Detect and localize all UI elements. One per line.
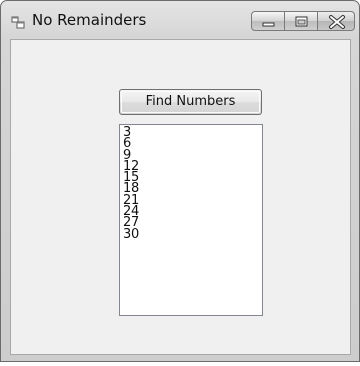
list-item[interactable]: 21 [123,194,262,207]
close-icon [329,15,345,29]
title-bar[interactable]: No Remainders [1,1,359,39]
list-item[interactable]: 24 [123,205,262,218]
list-item[interactable]: 30 [123,227,262,240]
results-listbox[interactable]: 3 6 9 12 15 18 21 24 27 30 [119,124,263,316]
list-item[interactable]: 12 [123,160,262,173]
window-title: No Remainders [32,11,147,29]
list-item[interactable]: 9 [123,148,262,161]
minimize-icon [262,22,275,27]
list-item[interactable]: 27 [123,216,262,229]
list-item[interactable]: 15 [123,171,262,184]
window-app-icon [11,14,25,29]
find-numbers-button[interactable]: Find Numbers [119,89,262,115]
caption-buttons [251,11,355,31]
list-item[interactable]: 18 [123,182,262,195]
minimize-button[interactable] [251,11,285,31]
find-numbers-label: Find Numbers [145,94,236,109]
close-button[interactable] [317,11,355,31]
app-window: No Remainders Find Numbers 3 6 9 12 15 1… [0,0,360,362]
form-client-area: Find Numbers 3 6 9 12 15 18 21 24 27 30 [10,39,351,355]
maximize-icon [295,16,308,27]
maximize-button[interactable] [284,11,318,31]
list-item[interactable]: 3 [123,126,262,139]
list-item[interactable]: 6 [123,137,262,150]
